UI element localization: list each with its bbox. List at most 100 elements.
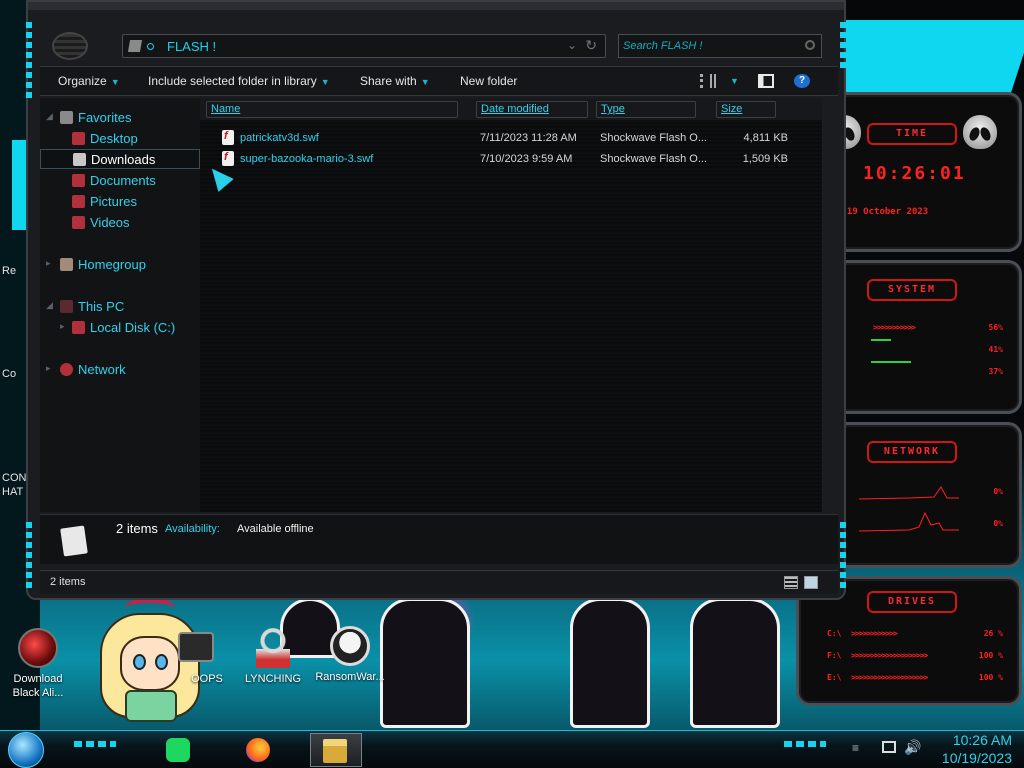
nav-documents[interactable]: Documents <box>40 171 200 191</box>
share-with-button[interactable]: Share with ▼ <box>360 74 430 88</box>
expand-icon[interactable]: ▸ <box>46 258 51 269</box>
drive-e-label: E:\ <box>827 673 842 682</box>
chevron-down-icon: ▼ <box>420 77 430 87</box>
new-folder-button[interactable]: New folder <box>460 74 517 88</box>
explorer-window[interactable]: FLASH ! ⌄ ↻ Organize▼ Include selected f… <box>26 0 846 600</box>
nav-downloads[interactable]: Downloads <box>40 149 200 169</box>
cpu-value: 56% <box>988 323 1003 332</box>
net-up-meter: 0% <box>827 487 1003 501</box>
details-view-icon[interactable] <box>784 576 798 589</box>
file-row[interactable]: super-bazooka-mario-3.swf 7/10/2023 9:59… <box>200 149 822 169</box>
taskbar-clock[interactable]: 10:26 AM 10/19/2023 <box>942 731 1012 767</box>
nav-this-pc[interactable]: ◢ This PC <box>40 297 200 317</box>
nav-local-disk[interactable]: ▸ Local Disk (C:) <box>40 318 200 338</box>
view-options-icon[interactable] <box>700 74 716 88</box>
large-icons-view-icon[interactable] <box>804 576 818 589</box>
status-item-count: 2 items <box>50 576 86 588</box>
desktop-icon-lynching[interactable]: LYNCHING <box>237 626 309 686</box>
title-bar[interactable]: FLASH ! ⌄ ↻ <box>38 30 838 62</box>
wallpaper-figure-leg <box>570 598 650 728</box>
clock-time: 10:26 AM <box>952 732 1012 748</box>
address-bar[interactable]: FLASH ! ⌄ ↻ <box>122 34 606 58</box>
skull-icon <box>330 626 370 666</box>
desktop-icon-ransomware[interactable]: RansomWar... <box>314 626 386 684</box>
window-accent-strip <box>26 522 32 592</box>
nav-label: This PC <box>78 299 125 314</box>
nav-favorites[interactable]: ◢ Favorites <box>40 108 200 128</box>
file-date: 7/10/2023 9:59 AM <box>480 153 573 165</box>
file-name[interactable]: super-bazooka-mario-3.swf <box>240 153 373 165</box>
window-accent-strip <box>840 22 846 72</box>
availability-value: Available offline <box>237 523 314 535</box>
homegroup-icon <box>60 258 73 271</box>
taskbar-app-explorer[interactable] <box>310 733 362 767</box>
wallpaper-figure-leg <box>380 598 470 728</box>
net-up-value: 0% <box>993 487 1003 496</box>
desktop-icon-black-alien[interactable]: Download Black Ali... <box>2 628 74 700</box>
chevron-down-icon[interactable]: ⌄ <box>567 38 577 52</box>
view-options-dropdown[interactable]: ▼ <box>726 73 739 87</box>
chevron-down-icon: ▼ <box>320 77 330 87</box>
collapse-icon[interactable]: ◢ <box>46 111 53 122</box>
start-button[interactable] <box>8 732 44 768</box>
nav-videos[interactable]: Videos <box>40 213 200 233</box>
nav-pictures[interactable]: Pictures <box>40 192 200 212</box>
address-path[interactable]: FLASH ! <box>167 39 216 54</box>
collapse-icon[interactable]: ◢ <box>46 300 53 311</box>
system-tray: ≡ 🔊 10:26 AM 10/19/2023 <box>840 731 1024 768</box>
nav-label: Videos <box>90 215 130 230</box>
share-with-label: Share with <box>360 74 417 88</box>
nav-homegroup[interactable]: ▸ Homegroup <box>40 255 200 275</box>
organize-button[interactable]: Organize ▼ <box>58 74 120 88</box>
taskbar-app-spotify[interactable] <box>156 733 200 767</box>
search-box[interactable] <box>618 34 822 58</box>
taskbar-accent <box>74 741 116 747</box>
file-name[interactable]: patrickatv3d.swf <box>240 132 319 144</box>
search-icon[interactable] <box>805 40 815 50</box>
column-header-type[interactable]: Type <box>596 101 696 118</box>
desktop-edge-label: Co <box>2 368 17 380</box>
expand-icon[interactable]: ▸ <box>46 363 51 374</box>
pictures-icon <box>72 195 85 208</box>
clock-date: 10/19/2023 <box>941 750 1012 766</box>
file-type: Shockwave Flash O... <box>600 153 707 165</box>
organize-label: Organize <box>58 74 107 88</box>
file-type: Shockwave Flash O... <box>600 132 707 144</box>
column-header-date-modified[interactable]: Date modified <box>476 101 588 118</box>
column-header-size[interactable]: Size <box>716 101 776 118</box>
gadget-title: DRIVES <box>867 591 957 613</box>
desktop-edge-label: Re <box>2 265 17 277</box>
preview-pane-icon[interactable] <box>758 74 774 88</box>
nav-network[interactable]: ▸ Network <box>40 360 200 380</box>
column-header-name[interactable]: Name <box>206 101 458 118</box>
desktop-icon <box>72 132 85 145</box>
flash-file-icon <box>222 151 234 166</box>
drive-c-meter: C:\ >>>>>>>>>>>> 26 % <box>827 629 1003 643</box>
nav-desktop[interactable]: Desktop <box>40 129 200 149</box>
drive-c-value: 26 % <box>983 629 1003 638</box>
ram-value: 41% <box>988 345 1003 354</box>
alien-globe-icon <box>18 628 58 668</box>
nav-label: Documents <box>90 173 156 188</box>
taskbar: ≡ 🔊 10:26 AM 10/19/2023 <box>0 730 1024 768</box>
desktop-icon-oops[interactable]: OOPS <box>160 628 232 686</box>
volume-icon[interactable]: 🔊 <box>904 739 921 756</box>
refresh-icon[interactable]: ↻ <box>585 37 597 54</box>
drive-f-label: F:\ <box>827 651 842 660</box>
star-icon <box>60 111 73 124</box>
file-size: 1,509 KB <box>742 153 788 165</box>
file-size: 4,811 KB <box>743 132 788 144</box>
file-list[interactable]: Name Date modified Type Size patrickatv3… <box>200 98 822 512</box>
search-input[interactable] <box>623 38 793 54</box>
help-icon[interactable]: ? <box>794 74 810 88</box>
status-bar: 2 items <box>40 570 838 594</box>
network-status-icon[interactable] <box>882 741 896 753</box>
swap-value: 37% <box>988 367 1003 376</box>
expand-icon[interactable]: ▸ <box>60 321 65 332</box>
file-row[interactable]: patrickatv3d.swf 7/11/2023 11:28 AM Shoc… <box>200 128 822 148</box>
desktop-edge-label: CON <box>2 472 27 484</box>
taskbar-app-firefox[interactable] <box>236 733 280 767</box>
drive-icon <box>72 321 85 334</box>
include-in-library-button[interactable]: Include selected folder in library ▼ <box>148 74 330 88</box>
show-desktop-icon[interactable]: ≡ <box>852 741 859 755</box>
